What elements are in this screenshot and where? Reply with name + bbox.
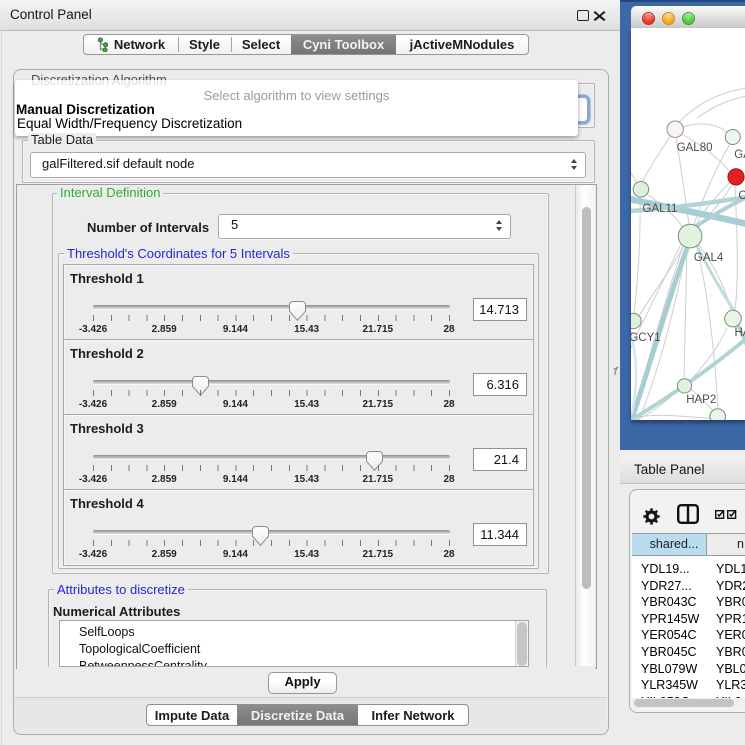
svg-text:CDC: CDC: [738, 190, 745, 202]
svg-text:HAP1: HAP1: [735, 327, 745, 339]
svg-text:GAL80: GAL80: [677, 142, 713, 154]
svg-text:GCY1: GCY1: [631, 332, 661, 344]
svg-text:GAL11: GAL11: [643, 203, 678, 215]
svg-text:GAL4: GAL4: [694, 252, 724, 264]
svg-text:GAL7: GAL7: [734, 149, 745, 161]
svg-text:HAP2: HAP2: [686, 394, 716, 406]
